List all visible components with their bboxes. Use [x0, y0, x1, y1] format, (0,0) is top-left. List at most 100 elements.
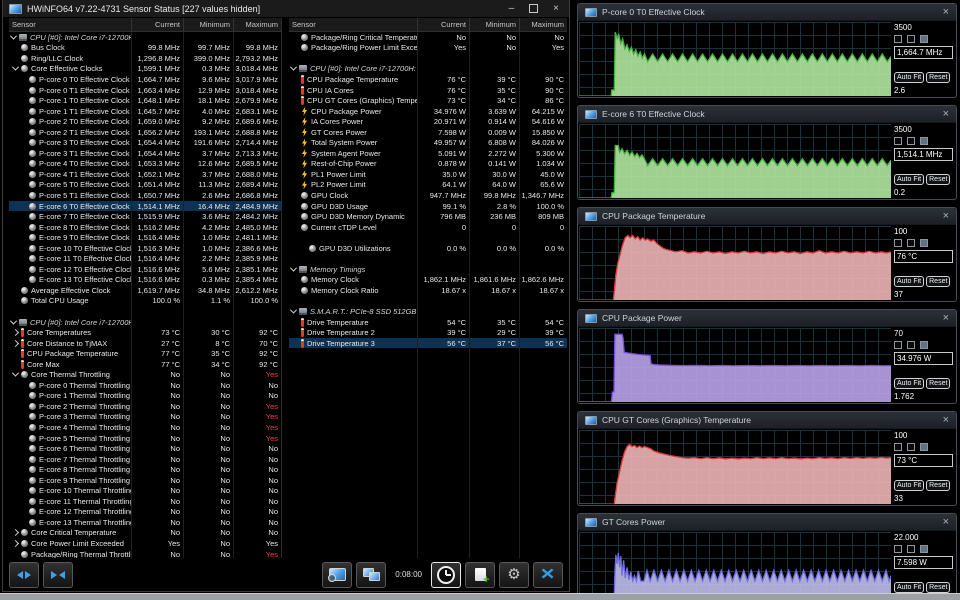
auto-fit-button[interactable]: Auto Fit [894, 72, 924, 83]
scale-checkbox[interactable] [894, 35, 902, 43]
sensor-row[interactable]: Rest-of-Chip Power0.878 W0.141 W1.034 W [289, 159, 567, 170]
sensor-row[interactable]: Drive Temperature54 °C35 °C54 °C [289, 317, 567, 328]
scale-checkbox[interactable] [907, 35, 915, 43]
sensor-row[interactable]: E-core 11 T0 Effective Clock1,516.4 MHz2… [9, 253, 281, 264]
column-header-minimum[interactable]: Minimum [183, 18, 233, 31]
scale-checkbox[interactable] [920, 443, 928, 451]
sensor-row[interactable]: Package/Ring Critical TemperatureNoNoNo [289, 32, 567, 43]
scale-checkbox[interactable] [907, 443, 915, 451]
sensor-row[interactable]: P-core 0 T0 Effective Clock1,664.7 MHz9.… [9, 74, 281, 85]
sensor-row[interactable]: P-core 2 T0 Effective Clock1,659.0 MHz9.… [9, 116, 281, 127]
sensor-row[interactable]: Average Effective Clock1,619.7 MHz34.8 M… [9, 285, 281, 296]
sensor-row[interactable]: Total System Power49.957 W6.808 W84.026 … [289, 137, 567, 148]
sensor-row[interactable]: P-core 4 T0 Effective Clock1,653.3 MHz12… [9, 159, 281, 170]
screen-capture-button[interactable] [322, 562, 352, 588]
chevron-down-icon[interactable] [290, 264, 297, 271]
sensor-row[interactable]: P-core 1 Thermal ThrottlingNoNoNo [9, 391, 281, 402]
logging-button[interactable] [431, 562, 461, 588]
auto-fit-button[interactable]: Auto Fit [894, 582, 924, 593]
sensor-row[interactable]: System Agent Power5.091 W2.272 W5.300 W [289, 148, 567, 159]
graph-close-button[interactable]: × [943, 313, 949, 324]
graph-close-button[interactable]: × [943, 415, 949, 426]
sensor-row[interactable]: P-core 3 Thermal ThrottlingNoNoYes [9, 412, 281, 423]
minimize-button[interactable]: – [509, 4, 515, 14]
sensor-row[interactable]: P-core 4 T1 Effective Clock1,652.1 MHz3.… [9, 169, 281, 180]
sensor-row[interactable]: Core Power Limit ExceededYesNoYes [9, 538, 281, 549]
sensor-row[interactable]: Core Distance to TjMAX27 °C8 °C70 °C [9, 338, 281, 349]
chevron-down-icon[interactable] [10, 317, 17, 324]
sensor-row[interactable]: P-core 3 T0 Effective Clock1,654.4 MHz19… [9, 137, 281, 148]
report-button[interactable] [465, 562, 495, 588]
sensor-row[interactable]: P-core 0 T1 Effective Clock1,663.4 MHz12… [9, 85, 281, 96]
sensor-row[interactable]: Drive Temperature 356 °C37 °C56 °C [289, 338, 567, 349]
scale-checkbox[interactable] [894, 545, 902, 553]
scale-checkbox[interactable] [907, 239, 915, 247]
column-header-current[interactable]: Current [131, 18, 183, 31]
sensor-row[interactable]: E-core 7 Thermal ThrottlingNoNoNo [9, 454, 281, 465]
auto-fit-button[interactable]: Auto Fit [894, 378, 924, 389]
reset-button[interactable]: Reset [926, 174, 950, 185]
column-header-maximum[interactable]: Maximum [233, 18, 281, 31]
sensor-row[interactable]: GPU D3D Utilizations0.0 %0.0 %0.0 % [289, 243, 567, 254]
sensor-row[interactable]: P-core 1 T0 Effective Clock1,648.1 MHz18… [9, 95, 281, 106]
scale-checkbox[interactable] [907, 545, 915, 553]
settings-button[interactable]: ⚙ [499, 562, 529, 588]
scale-checkbox[interactable] [907, 341, 915, 349]
sensor-row[interactable]: IA Cores Power20.971 W0.914 W54.616 W [289, 116, 567, 127]
sensor-row[interactable]: P-core 5 T1 Effective Clock1,650.7 MHz2.… [9, 190, 281, 201]
group-row[interactable]: CPU [#0]: Intel Core i7-12700H [9, 32, 281, 43]
sensor-row[interactable]: E-core 9 T0 Effective Clock1,516.4 MHz1.… [9, 232, 281, 243]
scale-checkbox[interactable] [907, 137, 915, 145]
sensor-row[interactable]: E-core 8 T0 Effective Clock1,516.2 MHz4.… [9, 222, 281, 233]
reset-button[interactable]: Reset [926, 276, 950, 287]
sensor-row[interactable]: E-core 6 Thermal ThrottlingNoNoNo [9, 443, 281, 454]
sensor-row[interactable]: GT Cores Power7.598 W0.009 W15.850 W [289, 127, 567, 138]
sensor-row[interactable]: E-core 6 T0 Effective Clock1,514.1 MHz16… [9, 201, 281, 212]
sensor-row[interactable]: P-core 5 T0 Effective Clock1,651.4 MHz11… [9, 180, 281, 191]
sensor-row[interactable]: E-core 7 T0 Effective Clock1,515.9 MHz3.… [9, 211, 281, 222]
sensor-row[interactable]: GPU Clock947.7 MHz99.8 MHz1,346.7 MHz [289, 190, 567, 201]
reset-button[interactable]: Reset [926, 378, 950, 389]
pane-splitter[interactable] [281, 18, 289, 558]
chevron-down-icon[interactable] [12, 370, 19, 377]
sensor-row[interactable]: CPU IA Cores76 °C35 °C90 °C [289, 85, 567, 96]
graph-close-button[interactable]: × [943, 109, 949, 120]
reset-button[interactable]: Reset [926, 72, 950, 83]
sensor-row[interactable]: P-core 4 Thermal ThrottlingNoNoYes [9, 422, 281, 433]
chevron-right-icon[interactable] [12, 540, 19, 547]
remote-monitoring-button[interactable] [356, 562, 386, 588]
sensor-row[interactable]: Core Thermal ThrottlingNoNoYes [9, 370, 281, 381]
auto-fit-button[interactable]: Auto Fit [894, 276, 924, 287]
reset-button[interactable]: Reset [926, 582, 950, 593]
sensor-row[interactable]: Core Effective Clocks1,599.1 MHz0.3 MHz3… [9, 64, 281, 75]
sensor-row[interactable]: E-core 9 Thermal ThrottlingNoNoNo [9, 475, 281, 486]
graph-close-button[interactable]: × [943, 211, 949, 222]
chevron-down-icon[interactable] [12, 64, 19, 71]
sensor-row[interactable]: P-core 5 Thermal ThrottlingNoNoYes [9, 433, 281, 444]
sensor-row[interactable]: E-core 13 Thermal ThrottlingNoNoNo [9, 517, 281, 528]
group-row[interactable]: Memory Timings [289, 264, 567, 275]
sensor-row[interactable]: CPU Package Temperature77 °C35 °C92 °C [9, 348, 281, 359]
column-header-current[interactable]: Current [417, 18, 469, 31]
sensor-row[interactable]: Ring/LLC Clock1,296.8 MHz399.0 MHz2,793.… [9, 53, 281, 64]
sensor-row[interactable]: Core Critical TemperatureNoNoNo [9, 528, 281, 539]
sensor-row[interactable]: P-core 2 Thermal ThrottlingNoNoYes [9, 401, 281, 412]
scale-checkbox[interactable] [894, 341, 902, 349]
sensor-row[interactable]: E-core 10 Thermal ThrottlingNoNoNo [9, 486, 281, 497]
sensor-row[interactable]: Memory Clock Ratio18.67 x18.67 x18.67 x [289, 285, 567, 296]
sensor-row[interactable]: Current cTDP Level000 [289, 222, 567, 233]
sensor-row[interactable]: Bus Clock99.8 MHz99.7 MHz99.8 MHz [9, 43, 281, 54]
sensor-row[interactable]: E-core 12 T0 Effective Clock1,516.6 MHz5… [9, 264, 281, 275]
scale-checkbox[interactable] [920, 341, 928, 349]
scale-checkbox[interactable] [920, 35, 928, 43]
scale-checkbox[interactable] [920, 137, 928, 145]
sensor-row[interactable]: P-core 0 Thermal ThrottlingNoNoNo [9, 380, 281, 391]
expand-columns-button[interactable] [9, 562, 39, 588]
sensor-row[interactable]: E-core 13 T0 Effective Clock1,516.6 MHz0… [9, 275, 281, 286]
scale-checkbox[interactable] [894, 443, 902, 451]
sensor-row[interactable]: GPU D3D Usage99.1 %2.8 %100.0 % [289, 201, 567, 212]
sensor-row[interactable]: E-core 10 T0 Effective Clock1,516.3 MHz1… [9, 243, 281, 254]
chevron-down-icon[interactable] [290, 307, 297, 314]
chevron-right-icon[interactable] [12, 529, 19, 536]
scale-checkbox[interactable] [920, 545, 928, 553]
